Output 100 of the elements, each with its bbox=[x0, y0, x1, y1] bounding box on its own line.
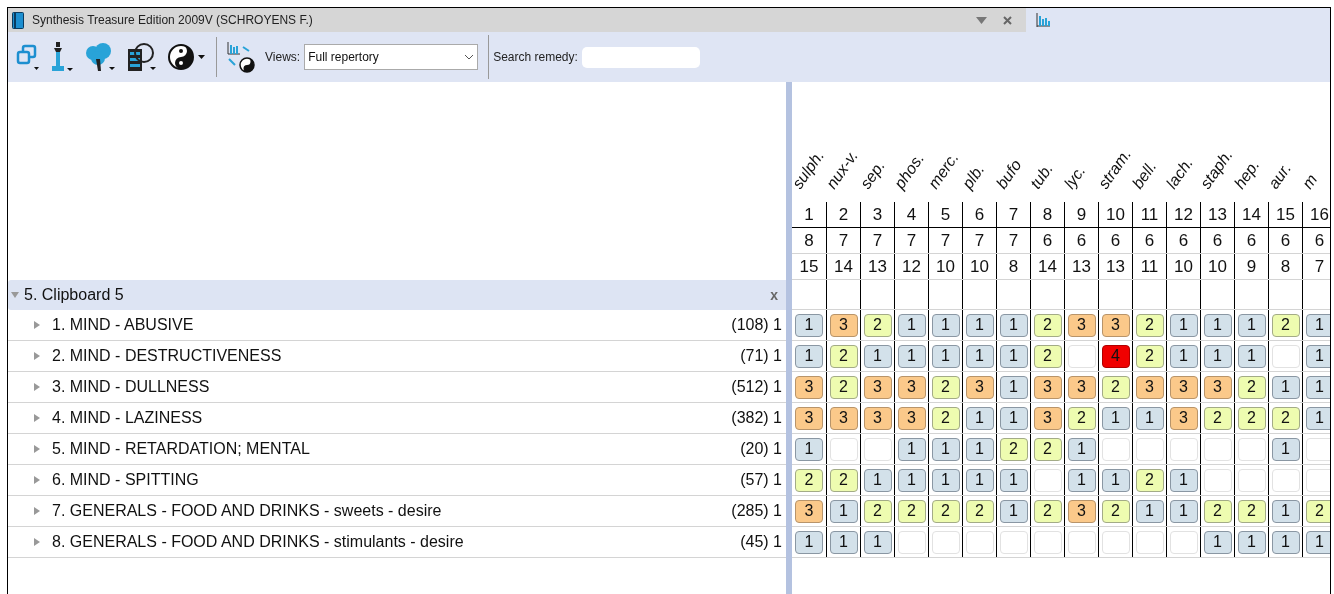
collapse-arrow-icon[interactable] bbox=[11, 291, 19, 299]
grade-badge[interactable]: 2 bbox=[795, 468, 823, 492]
grade-badge[interactable]: 1 bbox=[965, 406, 994, 430]
rubric-label[interactable]: 5. MIND - RETARDATION; MENTAL bbox=[52, 437, 741, 461]
grade-badge[interactable]: 2 bbox=[1237, 499, 1266, 523]
grade-badge[interactable]: 1 bbox=[795, 530, 823, 554]
grade-badge[interactable]: 2 bbox=[1271, 406, 1300, 430]
grade-badge[interactable]: 3 bbox=[1169, 406, 1198, 430]
grade-badge[interactable]: 2 bbox=[1203, 406, 1232, 430]
grade-badge[interactable]: 2 bbox=[931, 406, 960, 430]
expand-arrow-icon[interactable] bbox=[33, 444, 41, 454]
yin-yang-icon[interactable] bbox=[168, 43, 206, 71]
expand-arrow-icon[interactable] bbox=[33, 475, 41, 485]
grade-badge[interactable]: 2 bbox=[897, 499, 926, 523]
tree-icon[interactable] bbox=[84, 41, 116, 73]
grade-badge[interactable]: 1 bbox=[1169, 344, 1198, 368]
grade-badge[interactable]: 1 bbox=[1271, 530, 1300, 554]
grade-badge[interactable]: 1 bbox=[1101, 406, 1130, 430]
expand-arrow-icon[interactable] bbox=[33, 382, 41, 392]
remedy-name[interactable]: tub. bbox=[1024, 158, 1060, 194]
rubric-label[interactable]: 8. GENERALS - FOOD AND DRINKS - stimulants - desire bbox=[52, 530, 741, 554]
grade-badge[interactable]: 2 bbox=[863, 313, 892, 337]
expand-arrow-icon[interactable] bbox=[33, 351, 41, 361]
rubric-label[interactable]: 4. MIND - LAZINESS bbox=[52, 406, 732, 430]
grade-badge[interactable]: 2 bbox=[1305, 499, 1330, 523]
grade-badge[interactable]: 1 bbox=[1271, 437, 1300, 461]
grade-badge[interactable]: 1 bbox=[1169, 468, 1198, 492]
grade-badge[interactable]: 3 bbox=[1101, 313, 1130, 337]
grade-badge[interactable]: 1 bbox=[795, 437, 823, 461]
grade-badge[interactable]: 3 bbox=[1033, 375, 1062, 399]
grade-badge[interactable]: 3 bbox=[795, 499, 823, 523]
grade-badge[interactable]: 1 bbox=[1271, 499, 1300, 523]
rubric-label[interactable]: 6. MIND - SPITTING bbox=[52, 468, 741, 492]
grade-badge[interactable]: 1 bbox=[1305, 344, 1330, 368]
grade-badge[interactable]: 1 bbox=[897, 344, 926, 368]
grade-badge[interactable]: 1 bbox=[965, 313, 994, 337]
grade-badge[interactable]: 1 bbox=[1305, 375, 1330, 399]
grade-badge[interactable]: 3 bbox=[795, 406, 823, 430]
grade-badge[interactable]: 3 bbox=[1067, 499, 1096, 523]
grade-badge[interactable]: 1 bbox=[1237, 344, 1266, 368]
grade-badge[interactable]: 1 bbox=[1135, 499, 1164, 523]
grade-badge[interactable]: 1 bbox=[829, 499, 858, 523]
grade-badge[interactable]: 2 bbox=[829, 375, 858, 399]
grade-badge[interactable]: 1 bbox=[1203, 313, 1232, 337]
grade-badge[interactable]: 2 bbox=[1135, 313, 1164, 337]
grade-badge[interactable]: 1 bbox=[897, 468, 926, 492]
grade-badge[interactable]: 1 bbox=[965, 437, 994, 461]
rubric-label[interactable]: 7. GENERALS - FOOD AND DRINKS - sweets - desire bbox=[52, 499, 732, 523]
grade-badge[interactable]: 3 bbox=[1203, 375, 1232, 399]
grade-badge[interactable]: 1 bbox=[1203, 530, 1232, 554]
windows-icon[interactable] bbox=[16, 43, 40, 71]
grade-badge[interactable]: 2 bbox=[1135, 468, 1164, 492]
grade-badge[interactable]: 1 bbox=[999, 499, 1028, 523]
grade-badge[interactable]: 1 bbox=[999, 468, 1028, 492]
grade-badge[interactable]: 2 bbox=[1033, 344, 1062, 368]
dropdown-icon[interactable] bbox=[976, 16, 987, 24]
grade-badge[interactable]: 1 bbox=[1305, 406, 1330, 430]
grade-badge[interactable]: 2 bbox=[965, 499, 994, 523]
grade-badge[interactable]: 1 bbox=[1067, 468, 1096, 492]
grade-badge[interactable]: 3 bbox=[1135, 375, 1164, 399]
grade-badge[interactable]: 1 bbox=[897, 313, 926, 337]
bar-chart-icon[interactable] bbox=[1036, 13, 1050, 27]
rubric-label[interactable]: 3. MIND - DULLNESS bbox=[52, 375, 732, 399]
remedy-name[interactable]: m bbox=[1296, 169, 1324, 194]
grade-badge[interactable]: 1 bbox=[829, 530, 858, 554]
grade-badge[interactable]: 1 bbox=[1135, 406, 1164, 430]
grade-badge[interactable]: 3 bbox=[795, 375, 823, 399]
grade-badge[interactable]: 2 bbox=[829, 344, 858, 368]
book-globe-icon[interactable] bbox=[126, 41, 158, 73]
expand-arrow-icon[interactable] bbox=[33, 537, 41, 547]
grade-badge[interactable]: 3 bbox=[1067, 375, 1096, 399]
grade-badge[interactable]: 1 bbox=[931, 313, 960, 337]
grade-badge[interactable]: 3 bbox=[897, 406, 926, 430]
remedy-name[interactable]: lyc. bbox=[1058, 160, 1092, 194]
grade-badge[interactable]: 1 bbox=[863, 344, 892, 368]
grade-badge[interactable]: 1 bbox=[1169, 313, 1198, 337]
grade-badge[interactable]: 2 bbox=[1101, 499, 1130, 523]
grade-badge[interactable]: 2 bbox=[1033, 499, 1062, 523]
rubric-label[interactable]: 2. MIND - DESTRUCTIVENESS bbox=[52, 344, 741, 368]
remedy-name[interactable]: plb. bbox=[956, 159, 991, 194]
grade-badge[interactable]: 1 bbox=[999, 344, 1028, 368]
expand-arrow-icon[interactable] bbox=[33, 413, 41, 423]
close-icon[interactable] bbox=[1003, 15, 1012, 25]
grade-badge[interactable]: 1 bbox=[897, 437, 926, 461]
expand-arrow-icon[interactable] bbox=[33, 320, 41, 330]
grade-badge[interactable]: 2 bbox=[999, 437, 1028, 461]
grade-badge[interactable]: 2 bbox=[1033, 313, 1062, 337]
grade-badge[interactable]: 2 bbox=[931, 375, 960, 399]
grade-badge[interactable]: 2 bbox=[931, 499, 960, 523]
grade-badge[interactable]: 1 bbox=[1271, 375, 1300, 399]
grade-badge[interactable]: 3 bbox=[965, 375, 994, 399]
grade-badge[interactable]: 3 bbox=[863, 375, 892, 399]
grade-badge[interactable]: 1 bbox=[1067, 437, 1096, 461]
grade-badge[interactable]: 1 bbox=[795, 344, 823, 368]
grade-badge[interactable]: 3 bbox=[1033, 406, 1062, 430]
grade-badge[interactable]: 2 bbox=[1237, 375, 1266, 399]
grade-badge[interactable]: 1 bbox=[931, 344, 960, 368]
clipboard-header[interactable]: 5. Clipboard 5 x bbox=[8, 280, 786, 310]
grade-badge[interactable]: 2 bbox=[1271, 313, 1300, 337]
grade-badge[interactable]: 2 bbox=[1067, 406, 1096, 430]
